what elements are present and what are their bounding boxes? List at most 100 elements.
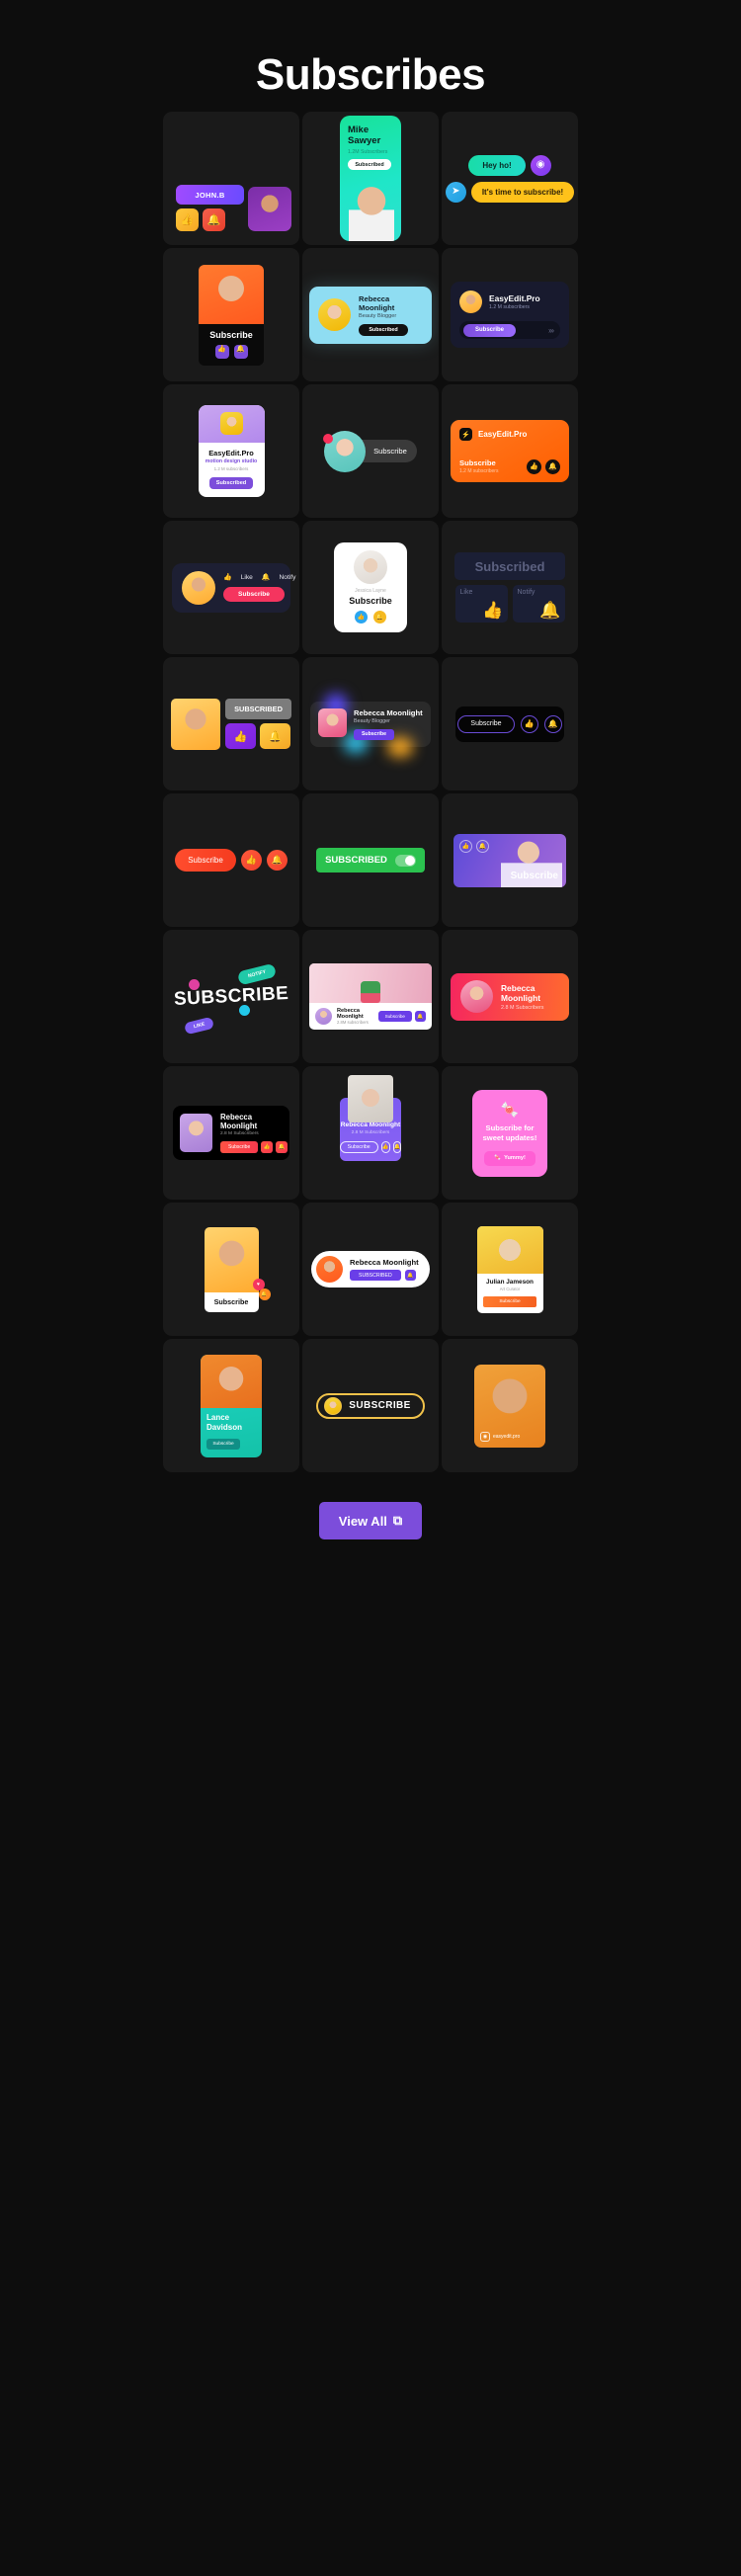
subscribed-button[interactable]: Subscribed [348, 159, 391, 170]
card-like-notify[interactable]: 👍 Like 🔔 Notify Subscribe [163, 521, 299, 654]
card-subscribe-typography[interactable]: SUBSCRIBE LIKE NOTIFY [163, 930, 299, 1063]
subscribe-button[interactable]: Subscribe [457, 714, 515, 733]
thumbs-up-icon[interactable]: 👍 [261, 1141, 274, 1153]
subscribed-status[interactable]: SUBSCRIBED [225, 699, 291, 719]
subscribe-label[interactable]: Subscribe [199, 330, 264, 340]
profile-photo [204, 1226, 259, 1292]
subscribe-button[interactable]: Subscribe [206, 1438, 240, 1450]
card-easyedit-slider[interactable]: EasyEdit.Pro 1.2 M subscribers Subscribe… [442, 248, 578, 381]
subscribe-label[interactable]: Subscribe [459, 458, 498, 467]
subscriber-count: 2.8 M Subscribers [501, 1004, 544, 1011]
card-easyedit-orange[interactable]: ⚡ EasyEdit.Pro Subscribe 1.2 M subscribe… [442, 384, 578, 518]
bell-icon[interactable]: 🔔 [276, 1141, 288, 1153]
subscribe-button[interactable]: Subscribe [463, 323, 517, 337]
card-purple-banner[interactable]: 👍 🔔 Subscribe [442, 793, 578, 927]
card-red-subscribe[interactable]: Subscribe 👍 🔔 [163, 793, 299, 927]
card-jessica-layne[interactable]: Jessica Layne Subscribe 👍 🔔 [302, 521, 439, 654]
chevron-right-icon: ››› [548, 325, 554, 335]
thumbs-up-icon[interactable]: 👍 [223, 573, 232, 581]
thumbs-up-icon[interactable]: 👍 [459, 839, 472, 853]
card-rebecca-blue[interactable]: Rebecca Moonlight Beauty Blogger Subscri… [302, 248, 439, 381]
subscribe-label[interactable]: Subscribe [204, 1291, 259, 1312]
view-all-button[interactable]: View All ⧉ [318, 1502, 423, 1539]
card-rebecca-pill[interactable]: Rebecca Moonlight SUBSCRIBED 🔔 [302, 1203, 439, 1336]
subscribe-label[interactable]: Subscribe [511, 871, 558, 881]
bell-icon[interactable]: 🔔 [543, 714, 562, 733]
card-avatar-subscribe[interactable]: Subscribe [302, 384, 439, 518]
card-subscribe-portrait[interactable]: Subscribe 👍 🔔 [163, 248, 299, 381]
footer: View All ⧉ [0, 1472, 741, 1577]
card-rebecca-gradient[interactable]: Rebecca Moonlight 2.8 M Subscribers [442, 930, 578, 1063]
channel-name: Rebecca Moonlight [501, 982, 540, 1003]
subscribe-button[interactable]: Subscribe [339, 1141, 378, 1153]
subscribe-button[interactable]: Subscribe [377, 1011, 412, 1022]
subscribed-toggle-button[interactable]: SUBSCRIBED [316, 848, 425, 873]
bell-icon[interactable]: 🔔 [262, 573, 271, 581]
like-badge: LIKE [183, 1016, 215, 1036]
card-subscribed-gray[interactable]: SUBSCRIBED 👍 🔔 [163, 657, 299, 790]
toggle-switch[interactable] [394, 854, 416, 867]
subscribe-label[interactable]: Subscribe [334, 596, 407, 606]
card-subscribe-badges[interactable]: Subscribe ♥ 🔔 [163, 1203, 299, 1336]
subscribed-button[interactable]: Subscribed [359, 323, 408, 336]
telegram-icon[interactable]: ➤ [445, 181, 466, 203]
bell-icon[interactable]: 🔔 [415, 1011, 426, 1022]
card-outline-gold[interactable]: SUBSCRIBE [302, 1339, 439, 1472]
card-outline-subscribe[interactable]: Subscribe 👍 🔔 [442, 657, 578, 790]
thumbs-up-icon[interactable]: 👍 [520, 714, 538, 733]
yummy-label: Yummy! [504, 1155, 526, 1161]
subscribed-button[interactable]: SUBSCRIBED [350, 1270, 401, 1281]
channel-name: EasyEdit.Pro [208, 448, 254, 457]
card-rebecca-glow[interactable]: Rebecca Moonlight Beauty Blogger Subscri… [302, 657, 439, 790]
bell-icon[interactable]: 🔔 [260, 723, 290, 749]
thumbs-up-icon[interactable]: 👍 [380, 1141, 390, 1153]
subscribe-button[interactable]: Subscribe [220, 1141, 259, 1153]
candy-icon-small: 🍬 [494, 1155, 502, 1161]
bell-icon[interactable]: 🔔 [476, 839, 489, 853]
bell-icon[interactable]: 🔔 [373, 611, 386, 623]
thumbs-up-icon[interactable]: 👍 [176, 208, 199, 231]
subscribe-slider[interactable]: Subscribe ››› [459, 321, 560, 339]
profile-photo [201, 1354, 262, 1408]
bell-icon[interactable]: 🔔 [392, 1141, 402, 1153]
card-lance-davidson[interactable]: Lance Davidson Subscribe [163, 1339, 299, 1472]
bell-icon[interactable]: 🔔 [203, 208, 225, 231]
card-sweet-updates[interactable]: 🍬 Subscribe for sweet updates! 🍬 Yummy! [442, 1066, 578, 1200]
thumbs-up-icon[interactable]: 👍 [527, 459, 541, 474]
yummy-button[interactable]: 🍬 Yummy! [484, 1150, 535, 1166]
avatar [318, 298, 351, 331]
card-subscribed-panel[interactable]: Subscribed Like 👍 Notify 🔔 [442, 521, 578, 654]
subscribe-button[interactable]: Subscribe [223, 587, 285, 602]
subscribe-button[interactable]: Subscribe [483, 1295, 536, 1307]
card-rebecca-purple[interactable]: Rebecca Moonlight 2.8 M Subscribers Subs… [302, 1066, 439, 1200]
subscribe-button[interactable]: SUBSCRIBE [316, 1392, 425, 1419]
thumbs-up-icon[interactable]: 👍 [240, 850, 262, 871]
subscriber-count: 2.8 M Subscribers [220, 1131, 259, 1136]
card-green-toggle[interactable]: SUBSCRIBED [302, 793, 439, 927]
card-chat-bubbles[interactable]: Hey ho! ◉ ➤ It's time to subscribe! [442, 112, 578, 245]
card-john-b[interactable]: JOHN.B 👍 🔔 [163, 112, 299, 245]
thumbs-up-icon[interactable]: 👍 [225, 723, 256, 749]
subscribed-button[interactable]: Subscribed [209, 477, 253, 490]
subscribe-label: SUBSCRIBE [349, 1400, 411, 1411]
card-rebecca-banner[interactable]: Rebecca Moonlight 2.8M subscribers Subsc… [302, 930, 439, 1063]
subscribe-button[interactable]: Subscribe [175, 849, 236, 872]
card-rebecca-dark[interactable]: Rebecca Moonlight 2.8 M Subscribers Subs… [163, 1066, 299, 1200]
card-easyedit-white[interactable]: EasyEdit.Pro motion design studio 1.2 M … [163, 384, 299, 518]
card-easyedit-handle[interactable]: ◉ easyedit.pro [442, 1339, 578, 1472]
card-julian-jameson[interactable]: Julian Jameson Art Curator Subscribe [442, 1203, 578, 1336]
bell-icon[interactable]: 🔔 [266, 850, 288, 871]
subscribed-status[interactable]: Subscribed [454, 552, 565, 580]
bell-icon[interactable]: 🔔 [233, 344, 248, 359]
instagram-icon[interactable]: ◉ [530, 154, 551, 176]
notify-tile[interactable]: Notify 🔔 [512, 585, 565, 623]
subscribe-button[interactable]: Subscribe [354, 728, 394, 740]
plant-decoration [361, 981, 380, 1003]
bell-icon[interactable]: 🔔 [545, 459, 560, 474]
thumbs-up-icon[interactable]: 👍 [214, 344, 229, 359]
bell-icon[interactable]: 🔔 [404, 1270, 416, 1281]
like-tile[interactable]: Like 👍 [454, 585, 508, 623]
channel-name: EasyEdit.Pro [478, 430, 528, 439]
card-mike-sawyer[interactable]: Mike Sawyer 1.2M Subscribers Subscribed [302, 112, 439, 245]
thumbs-up-icon[interactable]: 👍 [355, 611, 368, 623]
